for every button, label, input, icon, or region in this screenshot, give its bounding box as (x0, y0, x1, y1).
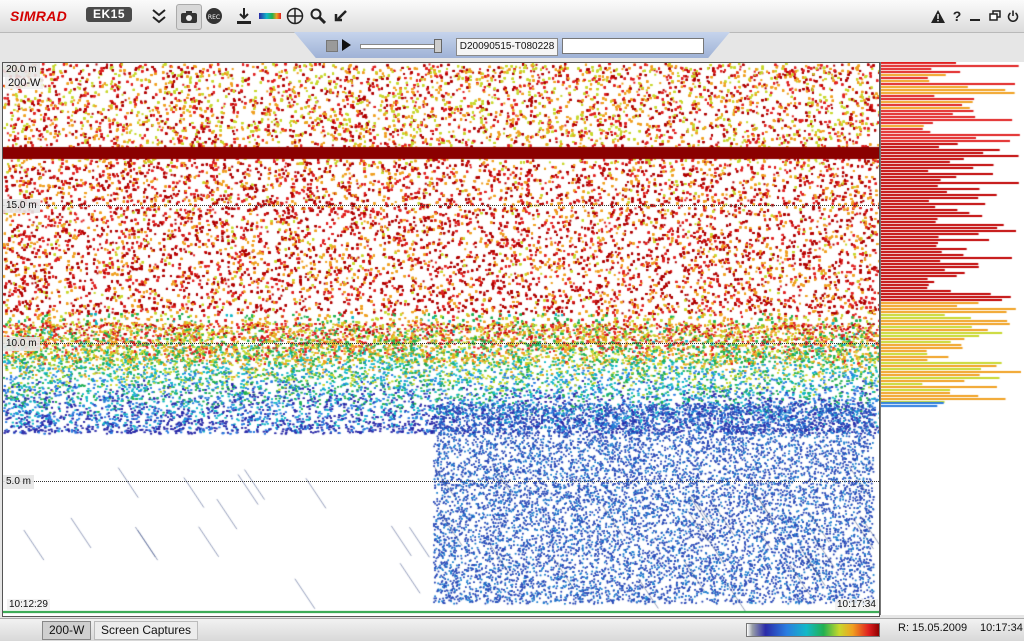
warning-icon[interactable] (930, 4, 946, 28)
record-icon[interactable]: REC (204, 4, 224, 28)
echogram-view[interactable]: 20.0 m 200-W 15.0 m 10.0 m 5.0 m 10:12:2… (2, 62, 880, 617)
zoom-icon[interactable] (308, 4, 328, 28)
depth-gridline (3, 343, 879, 344)
target-icon[interactable] (284, 4, 306, 28)
back-arrow-icon[interactable] (330, 4, 350, 28)
echo-strength-histogram (881, 62, 1024, 615)
camera-icon[interactable] (176, 4, 202, 30)
stop-button[interactable] (326, 40, 338, 52)
tab-screen-captures[interactable]: Screen Captures (94, 621, 199, 640)
play-button[interactable] (342, 39, 351, 51)
color-scale-bar (746, 623, 880, 637)
slider-handle[interactable] (434, 39, 442, 53)
replay-date: R: 15.05.2009 (898, 622, 968, 634)
clock: 10:17:34 (980, 622, 1023, 634)
brand-logo: SIMRAD (10, 8, 68, 24)
color-scale-icon[interactable] (258, 4, 282, 28)
replay-progress-bar (562, 38, 704, 54)
depth-label-10: 10.0 m (3, 337, 40, 351)
replay-speed-slider[interactable] (360, 44, 442, 49)
depth-label-15: 15.0 m (3, 199, 40, 213)
echogram-image (3, 63, 879, 616)
tab-channel[interactable]: 200-W (42, 621, 92, 640)
start-time-label: 10:12:29 (7, 599, 50, 610)
help-icon[interactable]: ? (950, 4, 964, 28)
channel-tag: 200-W (5, 77, 44, 89)
depth-gridline (3, 481, 879, 482)
model-badge: EK15 (86, 7, 132, 22)
depth-gridline (3, 205, 879, 206)
end-time-label: 10:17:34 (835, 599, 878, 610)
depth-label-5: 5.0 m (3, 475, 35, 489)
collapse-menu-icon[interactable] (148, 4, 170, 28)
svg-text:REC: REC (208, 14, 220, 21)
bottom-detect-icon[interactable] (234, 4, 254, 28)
top-toolbar: SIMRAD EK15 REC ? (0, 0, 1024, 33)
replay-file-name: D20090515-T080228 (456, 38, 558, 56)
power-icon[interactable] (1006, 4, 1020, 28)
depth-label-20: 20.0 m (3, 63, 40, 77)
restore-icon[interactable] (988, 4, 1002, 28)
minimize-icon[interactable] (968, 4, 982, 28)
sounding-bar-panel (880, 62, 1024, 615)
